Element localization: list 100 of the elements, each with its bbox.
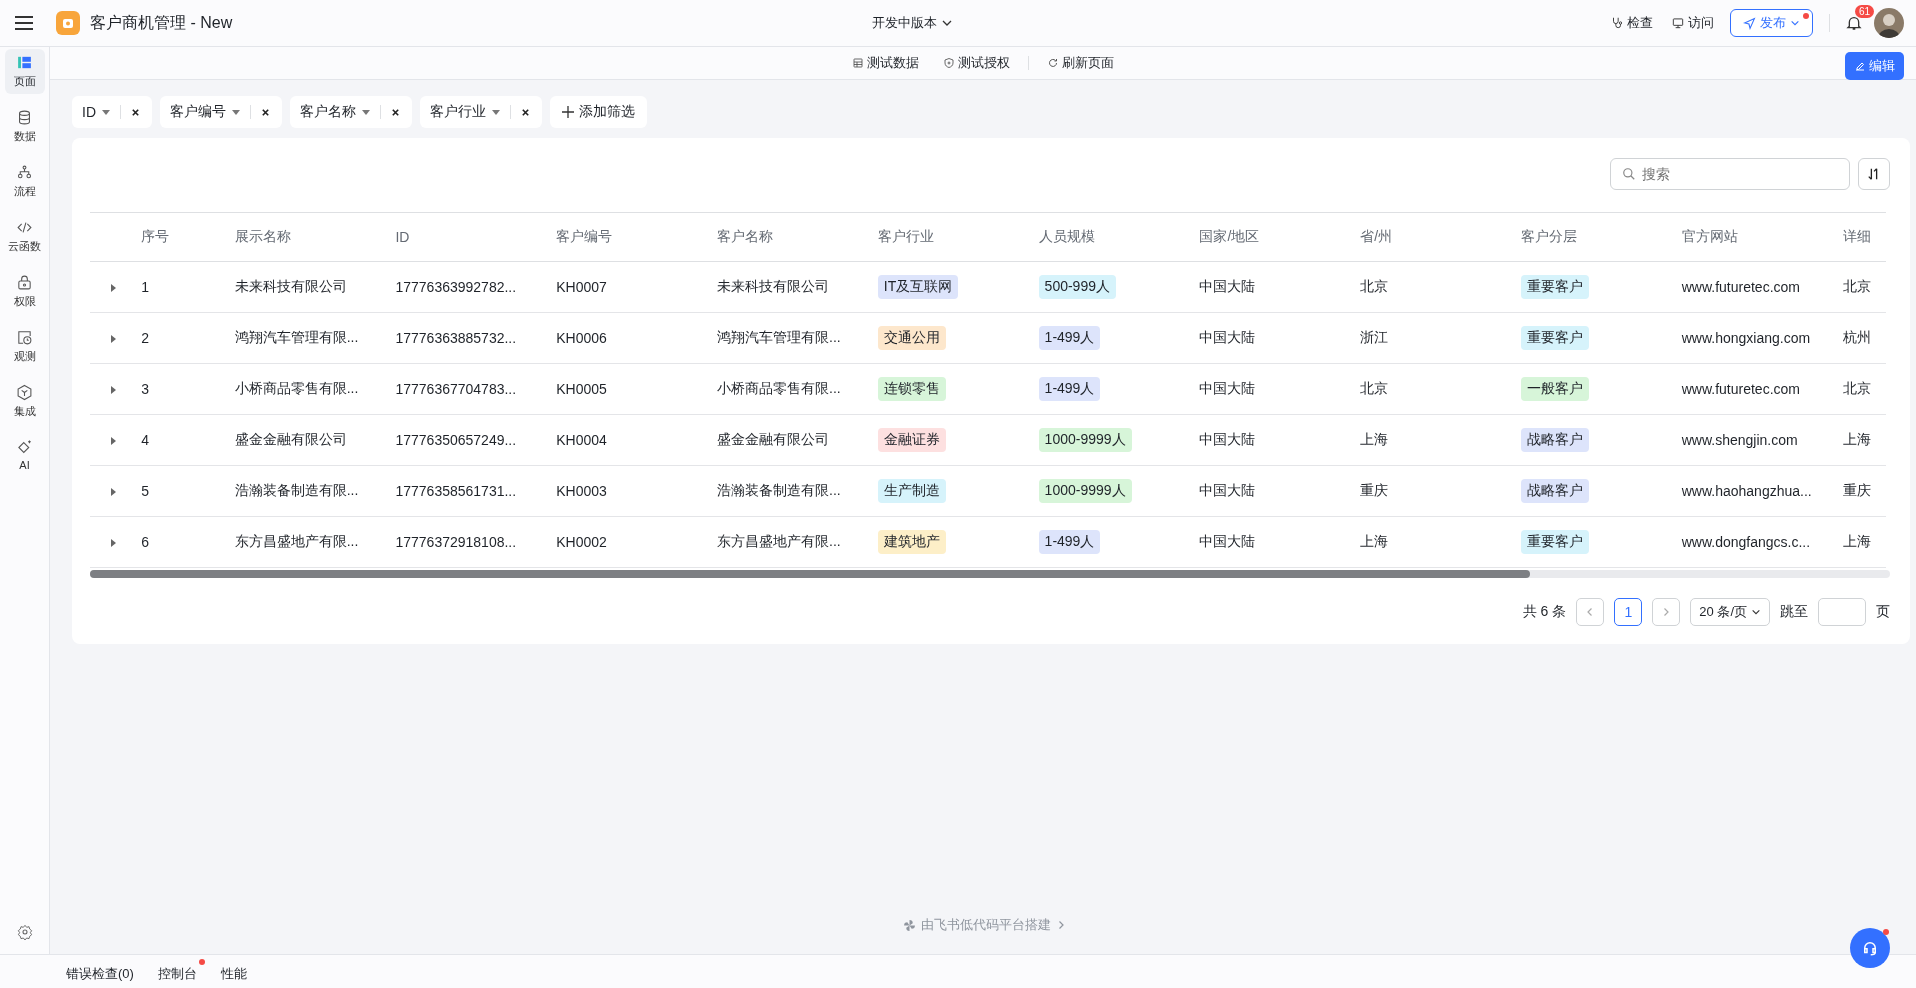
table-cell: 盛金金融有限公司: [233, 414, 395, 466]
sidebar-item[interactable]: 数据: [4, 104, 45, 149]
header-link[interactable]: 访问: [1671, 14, 1714, 32]
expand-icon[interactable]: [111, 386, 116, 394]
monitor-icon: [1671, 16, 1685, 30]
chevron-right-icon: [1056, 920, 1066, 930]
close-icon[interactable]: [259, 107, 272, 117]
table-cell: 未来科技有限公司: [233, 261, 395, 313]
lock-icon: [16, 274, 33, 291]
table-cell: www.haohangzhua...: [1680, 465, 1842, 517]
table-cell: 北京: [1359, 261, 1520, 313]
table-cell: 5: [140, 465, 234, 517]
close-icon[interactable]: [129, 107, 142, 117]
table-cell: 上海: [1359, 414, 1520, 466]
tag: 1-499人: [1038, 377, 1101, 401]
tag: IT及互联网: [877, 275, 959, 299]
column-header: 客户名称: [717, 228, 774, 244]
settings-icon[interactable]: [16, 924, 33, 940]
expand-icon[interactable]: [111, 284, 116, 292]
filter-chip[interactable]: 客户名称: [290, 96, 412, 128]
table-cell: 中国大陆: [1198, 312, 1360, 364]
table-cell: 6: [140, 516, 234, 568]
table-cell: 中国大陆: [1198, 261, 1360, 313]
column-header: 客户编号: [556, 228, 613, 244]
sidebar-item[interactable]: 观测: [4, 324, 45, 369]
tag: 重要客户: [1520, 530, 1589, 554]
header-link[interactable]: 检查: [1610, 14, 1653, 32]
tag: 重要客户: [1520, 326, 1589, 350]
table-cell: 东方昌盛地产有限...: [716, 516, 877, 568]
table-cell: 17776367704783...: [394, 363, 556, 415]
edit-button[interactable]: 编辑: [1845, 52, 1904, 80]
console-tab[interactable]: 性能: [220, 958, 255, 985]
console-tab[interactable]: 错误检查(0): [66, 958, 142, 985]
notification-dot: [1883, 929, 1889, 935]
table-cell: 上海: [1841, 516, 1886, 568]
filter-chip[interactable]: 客户行业: [420, 96, 542, 128]
sidebar-item[interactable]: 流程: [4, 159, 45, 204]
toolbar-button[interactable]: 刷新页面: [1047, 54, 1114, 72]
table-cell: 中国大陆: [1198, 363, 1360, 415]
pencil-icon: [1854, 60, 1866, 72]
expand-icon[interactable]: [111, 539, 116, 547]
sidebar-item[interactable]: AI: [4, 434, 45, 476]
send-icon: [1743, 16, 1756, 30]
toolbar-button[interactable]: 测试授权: [943, 54, 1010, 72]
close-icon[interactable]: [389, 107, 402, 117]
expand-icon[interactable]: [111, 488, 116, 496]
search-field[interactable]: 搜索: [1610, 158, 1850, 190]
code-icon: [16, 219, 33, 236]
version-dropdown[interactable]: 开发中版本: [871, 14, 953, 32]
table-cell: 中国大陆: [1198, 465, 1360, 517]
plus-icon: [562, 106, 574, 118]
page-size-select[interactable]: 20 条/页: [1690, 598, 1770, 626]
app-logo-icon: [56, 11, 80, 35]
table-cell: 4: [140, 414, 234, 466]
notification-badge: 61: [1855, 5, 1875, 18]
tag: 建筑地产: [877, 530, 946, 554]
flow-icon: [16, 164, 33, 181]
chevron-down-icon: [1751, 607, 1761, 617]
column-header: 官方网站: [1681, 228, 1738, 244]
sidebar-item[interactable]: 云函数: [4, 214, 45, 259]
table-cell: 17776363885732...: [394, 312, 556, 364]
menu-icon[interactable]: [14, 15, 34, 31]
total-count: 共 6 条: [1522, 603, 1567, 621]
page-button[interactable]: 1: [1614, 598, 1643, 626]
scrollbar-thumb[interactable]: [90, 570, 1530, 578]
table-cell: 北京: [1841, 261, 1886, 313]
console-tab[interactable]: 控制台: [157, 958, 205, 985]
table-cell: 北京: [1841, 363, 1886, 415]
sidebar-item[interactable]: 权限: [4, 269, 45, 314]
sidebar-item[interactable]: 集成: [4, 379, 45, 424]
publish-button[interactable]: 发布: [1730, 9, 1813, 37]
table-cell: 小桥商品零售有限...: [233, 363, 395, 415]
table-cell: 重庆: [1841, 465, 1886, 517]
table-cell: 上海: [1359, 516, 1520, 568]
table-cell: KH0002: [555, 516, 717, 568]
filter-chip[interactable]: ID: [72, 96, 152, 128]
toolbar-button[interactable]: 测试数据: [852, 54, 919, 72]
table-cell: 2: [140, 312, 234, 364]
column-header: 人员规模: [1038, 228, 1095, 244]
expand-icon[interactable]: [111, 335, 116, 343]
avatar[interactable]: [1874, 8, 1904, 38]
tag: 1-499人: [1038, 530, 1101, 554]
stethoscope-icon: [1610, 16, 1624, 30]
table-cell: 浙江: [1359, 312, 1520, 364]
sort-button[interactable]: [1858, 158, 1890, 190]
table-cell: www.shengjin.com: [1680, 414, 1842, 466]
filter-chip[interactable]: 客户编号: [160, 96, 282, 128]
close-icon[interactable]: [519, 107, 532, 117]
tag: 重要客户: [1520, 275, 1589, 299]
table-cell: www.dongfangcs.c...: [1680, 516, 1842, 568]
table-cell: 鸿翔汽车管理有限...: [716, 312, 877, 364]
page-suffix: 页: [1876, 603, 1890, 621]
layout-icon: [16, 54, 33, 71]
page-input[interactable]: [1818, 598, 1866, 626]
tag: 一般客户: [1520, 377, 1589, 401]
table-icon: [852, 57, 864, 69]
add-filter-button[interactable]: 添加筛选: [550, 96, 647, 128]
expand-icon[interactable]: [111, 437, 116, 445]
sidebar-item[interactable]: 页面: [4, 49, 45, 94]
bell-icon[interactable]: [1846, 15, 1862, 31]
